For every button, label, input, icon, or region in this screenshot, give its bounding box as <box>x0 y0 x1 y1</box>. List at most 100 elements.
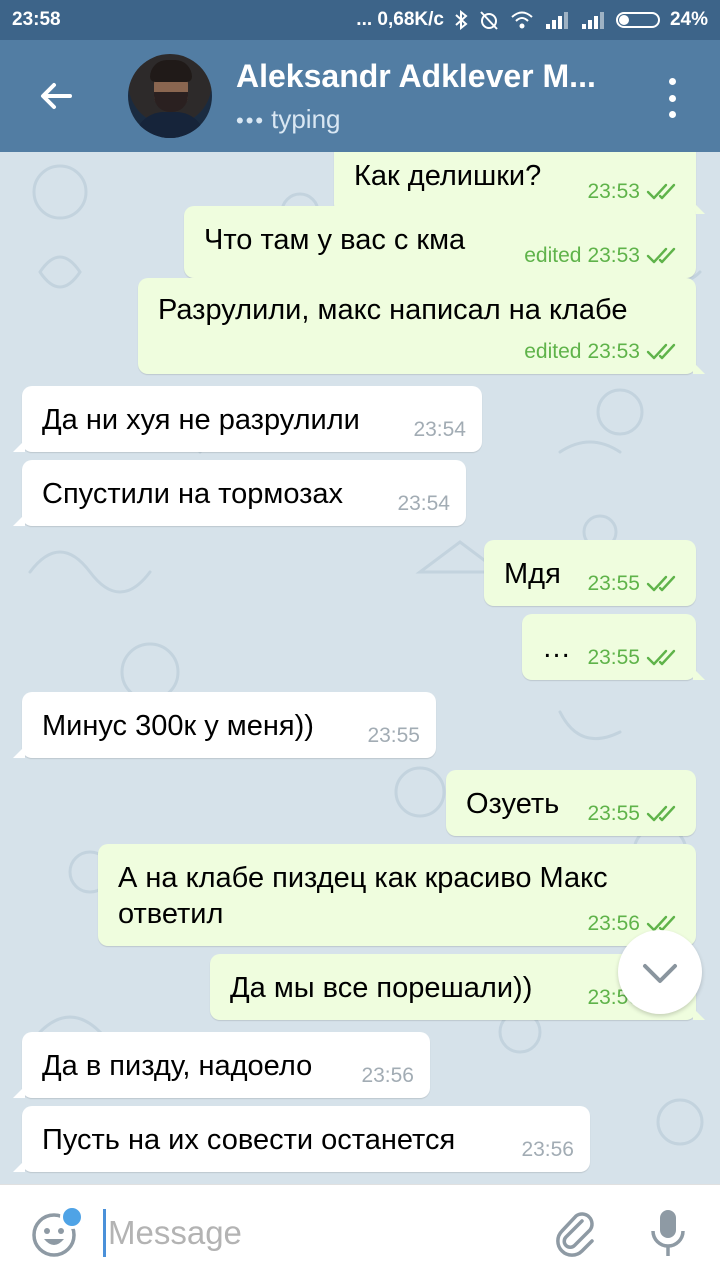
battery-percent: 24% <box>669 9 708 30</box>
message-text-line: Да в пизду, надоело <box>42 1050 313 1082</box>
arrow-left-icon[interactable] <box>36 76 76 116</box>
message-text: Разрулили, макс написал на клабе <box>158 292 627 328</box>
message-text: Да мы все порешали)) <box>230 970 532 1006</box>
bubble-tail <box>13 440 25 452</box>
kebab-menu-icon[interactable] <box>662 78 682 118</box>
message-meta: 23:54 <box>397 492 450 516</box>
double-check-icon <box>646 649 676 666</box>
message-time: 23:53 <box>587 244 640 267</box>
status-icons: ... 0,68K/c 24% <box>356 9 708 31</box>
message-time: 23:53 <box>587 180 640 203</box>
composer <box>0 1184 720 1280</box>
message-text: Что там у вас с кма <box>204 222 465 258</box>
message-text-line: Что там у вас с кма <box>204 224 466 256</box>
chevron-down-icon <box>643 964 677 983</box>
wifi-icon <box>511 11 533 29</box>
message-text: Да ни хуя не разрулили <box>42 402 360 438</box>
double-check-icon <box>646 183 676 200</box>
bubble-tail <box>693 668 705 680</box>
message-text-line: Да мы все порешали)) <box>230 972 533 1004</box>
bubble-tail <box>13 1160 25 1172</box>
message-text: … <box>542 630 571 666</box>
incoming-message[interactable]: Да в пизду, надоело 23:56 <box>13 1032 430 1098</box>
battery-icon <box>615 12 660 28</box>
bluetooth-icon <box>455 10 468 30</box>
message-text-line: Спустили на тормозах <box>42 478 344 510</box>
battery-fill <box>618 15 629 25</box>
emoji-button[interactable] <box>30 1205 84 1259</box>
outgoing-message[interactable]: Озуеть 23:55 <box>446 770 696 836</box>
message-text: Озуеть <box>466 786 559 822</box>
edited-label: edited <box>524 340 582 363</box>
contact-status: ••• typing <box>236 104 341 135</box>
message-text-line: Как делишки? <box>354 160 542 192</box>
status-bar: 23:58 ... 0,68K/c 24% <box>0 0 720 40</box>
message-text: Пусть на их совести останется <box>42 1122 455 1158</box>
message-text: Минус 300к у меня)) <box>42 708 314 744</box>
message-text: А на клабе пиздец как красиво Макс ответи… <box>118 860 608 932</box>
message-time: 23:55 <box>587 802 640 825</box>
message-time: 23:55 <box>587 572 640 595</box>
outgoing-message[interactable]: Разрулили, макс написал на клабе edited 23… <box>138 278 705 374</box>
message-meta: 23:55 <box>587 572 680 596</box>
message-meta: 23:54 <box>413 418 466 442</box>
message-text-line: Да ни хуя не разрулили <box>42 404 360 436</box>
typing-label: typing <box>271 104 341 134</box>
message-text: Мдя <box>504 556 561 592</box>
chat-header: Aleksandr Adklever M... ••• typing <box>0 40 720 152</box>
message-time: 23:56 <box>361 1064 414 1087</box>
incoming-message[interactable]: Да ни хуя не разрулили 23:54 <box>13 386 482 452</box>
message-text-line: … <box>542 632 571 664</box>
microphone-icon[interactable] <box>646 1207 690 1259</box>
bubble-tail <box>13 746 25 758</box>
scroll-down-button[interactable] <box>618 930 702 1014</box>
message-meta: 23:53 <box>587 180 680 204</box>
contact-name[interactable]: Aleksandr Adklever M... <box>236 58 596 95</box>
typing-dots: ••• <box>236 108 266 133</box>
message-text-line: Разрулили, макс написал на клабе <box>158 294 628 326</box>
message-text-line: Мдя <box>504 558 561 590</box>
message-time: 23:55 <box>367 724 420 747</box>
outgoing-message[interactable]: … 23:55 <box>522 614 705 680</box>
message-text-line: Минус 300к у меня)) <box>42 710 314 742</box>
incoming-message[interactable]: Минус 300к у меня)) 23:55 <box>13 692 436 758</box>
network-speed: ... 0,68K/c <box>356 9 444 30</box>
incoming-message[interactable]: Спустили на тормозах 23:54 <box>13 460 466 526</box>
incoming-message[interactable]: Пусть на их совести останется 23:56 <box>13 1106 590 1172</box>
outgoing-message[interactable]: А на клабе пиздец как красиво Макс ответи… <box>98 844 696 946</box>
message-input[interactable] <box>108 1207 528 1259</box>
message-meta: 23:56 <box>361 1064 414 1088</box>
paperclip-icon[interactable] <box>552 1209 600 1257</box>
double-check-icon <box>646 575 676 592</box>
message-meta: 23:55 <box>367 724 420 748</box>
message-list[interactable]: Как делишки? 23:53 Что там у вас с кма edit… <box>0 152 720 1184</box>
message-time: 23:56 <box>521 1138 574 1161</box>
double-check-icon <box>646 343 676 360</box>
edited-label: edited <box>524 244 582 267</box>
message-meta: edited 23:53 <box>524 244 680 268</box>
message-meta: 23:55 <box>587 802 680 826</box>
message-text-line: Озуеть <box>466 788 560 820</box>
bubble-tail <box>693 362 705 374</box>
message-time: 23:54 <box>413 418 466 441</box>
message-time: 23:54 <box>397 492 450 515</box>
message-text: Как делишки? <box>354 158 541 194</box>
double-check-icon <box>646 247 676 264</box>
message-text: Да в пизду, надоело <box>42 1048 312 1084</box>
bubble-tail <box>13 514 25 526</box>
message-time: 23:55 <box>587 646 640 669</box>
message-time: 23:53 <box>587 340 640 363</box>
message-meta: edited 23:53 <box>524 340 680 364</box>
outgoing-message[interactable]: Мдя 23:55 <box>484 540 696 606</box>
avatar[interactable] <box>128 54 212 138</box>
bubble-tail <box>13 1086 25 1098</box>
message-text-line: Пусть на их совести останется <box>42 1124 456 1156</box>
outgoing-message[interactable]: Что там у вас с кма edited 23:53 <box>184 206 696 278</box>
signal-icon-2 <box>581 12 604 29</box>
message-text: Спустили на тормозах <box>42 476 343 512</box>
outgoing-message[interactable]: Как делишки? 23:53 <box>334 152 705 214</box>
emoji-new-badge <box>60 1205 84 1229</box>
alarm-off-icon <box>480 11 498 30</box>
message-text-line: ответил <box>118 898 224 930</box>
message-meta: 23:55 <box>587 646 680 670</box>
